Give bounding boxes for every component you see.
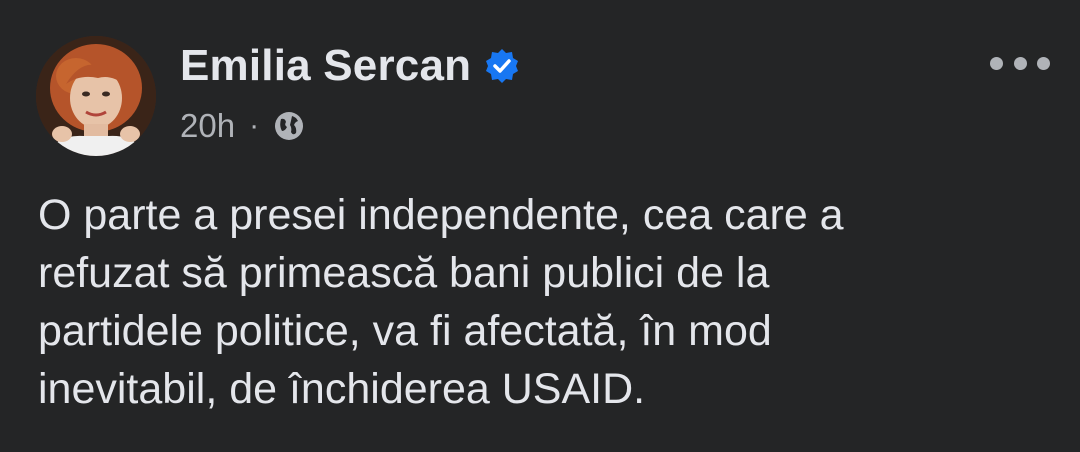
verified-badge-icon (483, 47, 521, 85)
avatar-image (36, 36, 156, 156)
post-text-line: refuzat să primească bani publici de la (38, 249, 770, 297)
more-dot (990, 56, 1003, 70)
author-name[interactable]: Emilia Sercan (180, 40, 471, 92)
more-dot (1013, 56, 1027, 70)
facebook-post: Emilia Sercan 20h · O parte a presei ind… (0, 0, 1080, 452)
author-avatar[interactable] (36, 36, 156, 156)
meta-separator: · (249, 109, 260, 142)
post-text-line: inevitabil, de închiderea USAID. (38, 365, 646, 413)
post-timestamp[interactable]: 20h (180, 104, 235, 148)
post-text-line: partidele politice, va fi afectată, în m… (38, 307, 772, 355)
post-text: O parte a presei independente, cea care … (38, 186, 938, 418)
author-row: Emilia Sercan (180, 40, 521, 92)
globe-icon[interactable] (273, 110, 305, 142)
more-options-icon[interactable] (990, 46, 1050, 80)
more-dot (1037, 56, 1050, 70)
post-meta: 20h · (180, 104, 305, 148)
post-text-line: O parte a presei independente, cea care … (38, 191, 844, 239)
